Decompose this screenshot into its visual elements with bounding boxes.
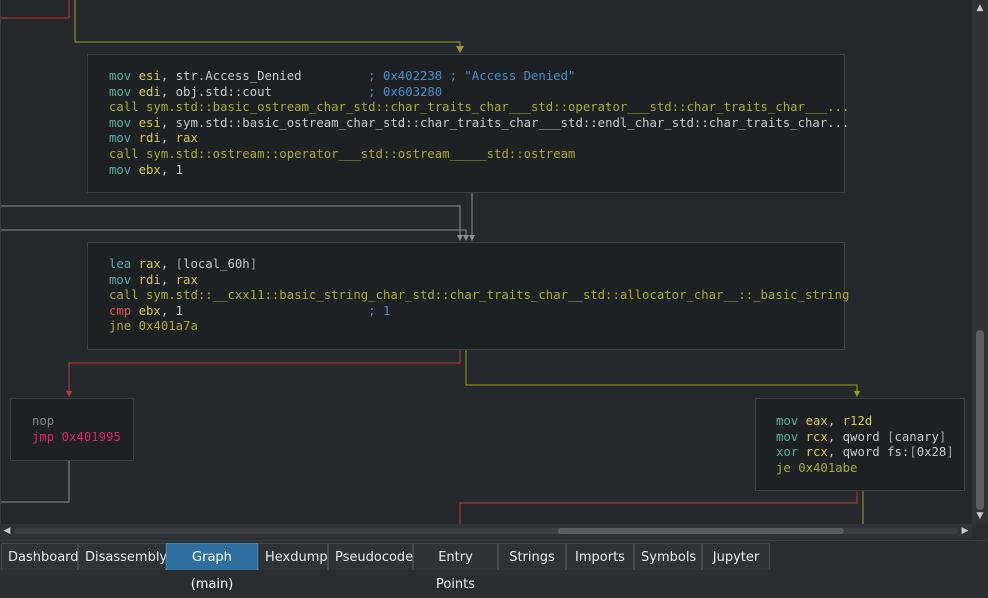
vertical-scroll-thumb[interactable]: [976, 330, 984, 510]
code-block-4[interactable]: mov eax, r12d mov rcx, qword [canary] xor …: [755, 398, 965, 491]
asm-line[interactable]: mov ebx, 1: [109, 163, 849, 179]
asm-opcode: lea: [109, 257, 132, 271]
asm-opcode: mov: [776, 414, 799, 428]
asm-comment: ; 1: [368, 303, 391, 318]
asm-line[interactable]: mov rcx, qword [canary]: [776, 430, 954, 446]
edge-green-into-block1: [74, 0, 461, 52]
asm-operands: rdi, rax: [138, 272, 198, 287]
asm-operands: 0x401995: [61, 429, 121, 444]
asm-line[interactable]: je 0x401abe: [776, 461, 954, 477]
asm-line[interactable]: call sym.std::__cxx11::basic_string_char…: [109, 288, 849, 304]
edge-arrowhead: [66, 391, 72, 397]
asm-line[interactable]: xor rcx, qword fs:[0x28]: [776, 445, 954, 461]
edge-red-top: [1, 0, 70, 19]
tab-entry-points[interactable]: Entry Points: [413, 543, 498, 592]
edge-arrowhead: [469, 235, 475, 241]
bottom-tab-bar: Dashboard Disassembly Graph (main) Hexdu…: [0, 540, 988, 592]
asm-opcode: je: [776, 460, 791, 475]
asm-opcode: mov: [109, 131, 132, 146]
asm-line[interactable]: jmp 0x401995: [32, 430, 121, 446]
asm-opcode: mov: [109, 69, 132, 83]
tab-hexdump[interactable]: Hexdump: [258, 543, 328, 570]
asm-opcode: mov: [109, 115, 132, 130]
tab-symbols[interactable]: Symbols: [634, 543, 702, 570]
asm-operands: rax, [local_60h]: [138, 257, 258, 271]
asm-line[interactable]: mov rdi, rax: [109, 131, 849, 147]
asm-operands: 0x401a7a: [138, 319, 198, 334]
asm-operands: sym.std::__cxx11::basic_string_char_std:…: [146, 288, 850, 303]
asm-operands: 0x401abe: [798, 460, 858, 475]
block-4-code: mov eax, r12d mov rcx, qword [canary] xor …: [776, 414, 954, 476]
asm-operands: ebx, 1: [138, 162, 184, 177]
block-1-code: mov esi, str.Access_Denied ; 0x402238 ; …: [109, 69, 849, 178]
edge-gray-left-1: [1, 205, 461, 240]
asm-operands: rcx, qword [canary]: [805, 429, 947, 444]
tab-disassembly[interactable]: Disassembly: [78, 543, 167, 570]
asm-line[interactable]: call sym.std::ostream::operator___std::o…: [109, 147, 849, 163]
edge-red-block2-block3: [68, 350, 461, 396]
edge-arrowhead: [463, 235, 469, 241]
asm-operands: sym.std::ostream::operator___std::ostrea…: [146, 146, 576, 161]
block-2-code: lea rax, [local_60h] mov rdi, rax call sym…: [109, 257, 849, 335]
asm-opcode: mov: [109, 84, 132, 99]
edge-green-block2-block4: [465, 350, 858, 396]
edge-gray-left-2: [1, 229, 467, 240]
edge-gray-block3-out: [1, 461, 70, 503]
scroll-up-icon[interactable]: ▲: [972, 0, 988, 16]
asm-line[interactable]: nop: [32, 414, 121, 430]
edge-arrowhead: [457, 235, 463, 241]
scroll-left-icon[interactable]: ◀: [0, 524, 14, 538]
block-3-code: nop jmp 0x401995: [32, 414, 121, 445]
asm-operands: edi, obj.std::cout: [138, 84, 272, 99]
asm-operands: sym.std::basic_ostream_char_std::char_tr…: [146, 100, 850, 115]
asm-operands: esi, sym.std::basic_ostream_char_std::ch…: [138, 115, 850, 130]
code-block-1[interactable]: mov esi, str.Access_Denied ; 0x402238 ; …: [87, 54, 849, 193]
horizontal-scrollbar[interactable]: ◀ ▶: [0, 524, 972, 538]
asm-line[interactable]: cmp ebx, 1 ; 1: [109, 304, 849, 320]
tab-jupyter[interactable]: Jupyter: [702, 543, 770, 570]
horizontal-scroll-thumb[interactable]: [558, 528, 844, 534]
tab-imports[interactable]: Imports: [566, 543, 634, 570]
asm-operands: ebx, 1: [138, 303, 184, 318]
asm-opcode: jne: [109, 319, 132, 334]
asm-operands: rdi, rax: [138, 131, 198, 146]
asm-operands: eax, r12d: [805, 414, 873, 428]
code-block-3[interactable]: nop jmp 0x401995: [10, 398, 134, 461]
asm-line[interactable]: mov eax, r12d: [776, 414, 954, 430]
asm-opcode: call: [109, 100, 139, 115]
tab-dashboard[interactable]: Dashboard: [1, 543, 79, 570]
asm-opcode: call: [109, 288, 139, 303]
edge-arrowhead: [854, 391, 860, 397]
edge-red-block4-out: [459, 491, 858, 524]
code-block-2[interactable]: lea rax, [local_60h] mov rdi, rax call sym…: [87, 242, 849, 350]
vertical-scrollbar[interactable]: ▲ ▼: [972, 0, 988, 524]
asm-line[interactable]: mov esi, str.Access_Denied ; 0x402238 ; …: [109, 69, 849, 85]
asm-opcode: cmp: [109, 303, 132, 318]
tab-graph-main[interactable]: Graph (main): [166, 543, 258, 592]
asm-line[interactable]: mov esi, sym.std::basic_ostream_char_std…: [109, 116, 849, 132]
asm-opcode: xor: [776, 445, 799, 460]
asm-comment: ; 0x603280: [368, 84, 443, 99]
asm-opcode: mov: [776, 429, 799, 444]
asm-line[interactable]: call sym.std::basic_ostream_char_std::ch…: [109, 100, 849, 116]
asm-line[interactable]: lea rax, [local_60h]: [109, 257, 849, 273]
asm-opcode: call: [109, 146, 139, 161]
asm-opcode: mov: [109, 272, 132, 287]
edge-arrowhead: [456, 46, 464, 53]
asm-operands: rcx, qword fs:[0x28]: [805, 445, 954, 460]
tab-strings[interactable]: Strings: [498, 543, 566, 570]
asm-opcode: jmp: [32, 429, 55, 444]
tab-pseudocode[interactable]: Pseudocode: [328, 543, 413, 570]
asm-line[interactable]: jne 0x401a7a: [109, 319, 849, 335]
asm-opcode: nop: [32, 414, 55, 428]
asm-comment: ; 0x402238 ; "Access Denied": [368, 69, 576, 83]
graph-canvas[interactable]: mov esi, str.Access_Denied ; 0x402238 ; …: [0, 0, 973, 524]
asm-line[interactable]: mov edi, obj.std::cout ; 0x603280: [109, 85, 849, 101]
asm-opcode: mov: [109, 162, 132, 177]
asm-line[interactable]: mov rdi, rax: [109, 273, 849, 289]
horizontal-scroll-track[interactable]: [14, 528, 958, 534]
scroll-right-icon[interactable]: ▶: [958, 524, 972, 538]
asm-operands: esi, str.Access_Denied: [138, 69, 302, 83]
scroll-down-icon[interactable]: ▼: [972, 508, 988, 524]
